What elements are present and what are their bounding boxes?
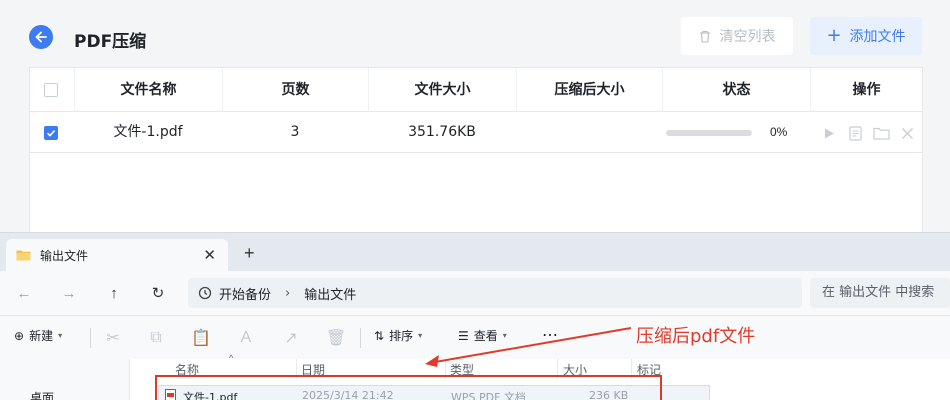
divider bbox=[360, 328, 361, 348]
clear-list-button[interactable]: 清空列表 bbox=[681, 17, 793, 55]
page-title: PDF压缩 bbox=[74, 32, 147, 52]
open-folder-button[interactable] bbox=[872, 124, 890, 142]
chevron-right-icon: › bbox=[285, 285, 291, 301]
navigation-pane: 桌面 bbox=[0, 359, 130, 400]
header-compressed-size: 压缩后大小 bbox=[516, 68, 662, 112]
close-tab-icon[interactable]: ✕ bbox=[203, 246, 216, 264]
divider bbox=[90, 328, 91, 348]
delete-icon[interactable]: 🗑 bbox=[326, 329, 346, 347]
compress-progress-bar bbox=[666, 130, 752, 136]
folder-icon bbox=[872, 127, 890, 140]
start-compress-button[interactable] bbox=[820, 124, 838, 142]
header-status: 状态 bbox=[662, 68, 810, 112]
row-checkbox[interactable] bbox=[44, 126, 58, 140]
plus-circle-icon: ⊕ bbox=[14, 328, 25, 343]
row-actions bbox=[820, 124, 916, 142]
folder-icon bbox=[16, 250, 31, 261]
forward-arrow-icon[interactable]: → bbox=[58, 282, 80, 304]
trash-icon bbox=[699, 30, 710, 43]
tab-title: 输出文件 bbox=[40, 248, 89, 263]
explorer-nav-bar: ← → ↑ ↻ 开始备份 › 输出文件 在 输出文件 中搜索 bbox=[0, 271, 950, 315]
breadcrumb-item[interactable]: 开始备份 bbox=[219, 284, 271, 303]
up-arrow-icon[interactable]: ↑ bbox=[103, 282, 125, 304]
document-icon bbox=[848, 125, 862, 141]
breadcrumb-item[interactable]: 输出文件 bbox=[304, 284, 356, 303]
header-file-name: 文件名称 bbox=[74, 68, 222, 112]
select-all-checkbox[interactable] bbox=[44, 83, 58, 97]
highlight-box bbox=[155, 375, 662, 400]
new-tab-icon[interactable]: + bbox=[244, 243, 255, 264]
new-button[interactable]: ⊕ 新建 ▾ bbox=[14, 327, 62, 344]
cell-compressed-size bbox=[516, 112, 662, 153]
table-header: 文件名称 页数 文件大小 压缩后大小 状态 操作 bbox=[30, 68, 922, 112]
cell-file-size: 351.76KB bbox=[408, 124, 476, 140]
paste-icon[interactable]: 📋 bbox=[191, 329, 211, 347]
back-button[interactable] bbox=[29, 25, 53, 49]
address-bar[interactable]: 开始备份 › 输出文件 bbox=[188, 278, 802, 308]
explorer-tab-bar: 输出文件 ✕ + bbox=[0, 233, 950, 271]
search-input[interactable]: 在 输出文件 中搜索 bbox=[810, 278, 950, 308]
remove-file-button[interactable] bbox=[898, 124, 916, 142]
copy-icon[interactable]: ⧉ bbox=[147, 329, 165, 347]
pdf-compress-app: PDF压缩 清空列表 + 添加文件 文件名称 页数 文件大小 压缩后大小 状态 … bbox=[0, 0, 950, 240]
sort-icon: ⇅ bbox=[374, 328, 385, 343]
header-actions: 操作 bbox=[810, 68, 922, 112]
sort-label: 排序 bbox=[389, 329, 414, 343]
sort-caret-icon: ^ bbox=[229, 353, 234, 363]
rename-icon[interactable]: A bbox=[237, 329, 255, 347]
close-icon bbox=[901, 127, 913, 139]
refresh-icon[interactable]: ↻ bbox=[147, 282, 169, 304]
share-icon[interactable]: ↗ bbox=[282, 329, 300, 347]
progress-percent: 0% bbox=[770, 125, 788, 139]
plus-icon: + bbox=[826, 25, 842, 46]
chevron-down-icon: ▾ bbox=[58, 331, 63, 340]
annotation-arrow bbox=[425, 327, 632, 367]
cut-icon[interactable]: ✂ bbox=[104, 329, 122, 347]
add-file-button[interactable]: + 添加文件 bbox=[810, 17, 922, 55]
sidebar-item-desktop[interactable]: 桌面 bbox=[30, 389, 54, 400]
cell-file-name: 文件-1.pdf bbox=[113, 124, 183, 140]
play-icon bbox=[825, 128, 834, 138]
add-file-label: 添加文件 bbox=[849, 29, 906, 45]
table-row: 文件-1.pdf 3 351.76KB 0% bbox=[30, 112, 922, 153]
back-arrow-icon[interactable]: ← bbox=[13, 282, 35, 304]
header-pages: 页数 bbox=[222, 68, 368, 112]
clear-list-label: 清空列表 bbox=[719, 29, 776, 45]
file-table: 文件名称 页数 文件大小 压缩后大小 状态 操作 文件-1.pdf 3 351.… bbox=[29, 67, 923, 240]
header-file-size: 文件大小 bbox=[368, 68, 516, 112]
backup-cloud-icon bbox=[198, 286, 212, 300]
check-icon bbox=[46, 130, 56, 137]
view-file-button[interactable] bbox=[846, 124, 864, 142]
new-label: 新建 bbox=[29, 329, 54, 343]
annotation-label: 压缩后pdf文件 bbox=[636, 326, 756, 347]
explorer-tab[interactable]: 输出文件 ✕ bbox=[6, 239, 228, 271]
cell-pages: 3 bbox=[290, 124, 300, 140]
arrow-left-icon bbox=[35, 31, 47, 43]
